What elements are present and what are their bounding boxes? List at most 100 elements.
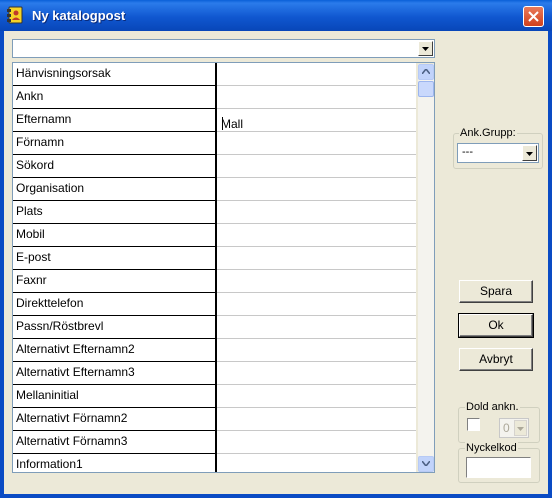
field-label-cell[interactable]: Efternamn: [13, 109, 217, 133]
field-value-cell[interactable]: [217, 63, 416, 86]
field-label-cell[interactable]: Direkttelefon: [13, 293, 217, 317]
field-label-cell[interactable]: Mellaninitial: [13, 385, 217, 409]
field-value-cell[interactable]: [217, 316, 416, 339]
field-label-cell[interactable]: Passn/Röstbrevl: [13, 316, 217, 340]
grid-row: Direkttelefon: [13, 293, 416, 317]
field-label-cell[interactable]: Plats: [13, 201, 217, 225]
close-button[interactable]: [523, 6, 544, 27]
grid-row: Mellaninitial: [13, 385, 416, 409]
grid-vertical-scrollbar[interactable]: [418, 64, 434, 472]
field-label-cell[interactable]: Alternativt Förnamn3: [13, 431, 217, 455]
scroll-up-button[interactable]: [418, 64, 434, 80]
ank-grupp-label: Ank.Grupp:: [459, 127, 517, 139]
field-value-cell[interactable]: [217, 132, 416, 155]
ank-grupp-value: ---: [462, 146, 473, 158]
field-label: Sökord: [16, 158, 55, 172]
grid-row: Förnamn: [13, 132, 416, 156]
chevron-down-icon: [517, 427, 524, 431]
grid-row: Organisation: [13, 178, 416, 202]
top-combobox[interactable]: [12, 39, 435, 58]
grid-row: Alternativt Efternamn3: [13, 362, 416, 386]
field-value-cell[interactable]: [217, 270, 416, 293]
field-value-cell[interactable]: [217, 454, 416, 472]
field-label-cell[interactable]: Sökord: [13, 155, 217, 179]
field-value-cell[interactable]: [217, 408, 416, 431]
grid-row: Alternativt Förnamn3: [13, 431, 416, 455]
field-value-cell[interactable]: [217, 431, 416, 454]
field-value-cell[interactable]: [217, 247, 416, 270]
field-label-cell[interactable]: Alternativt Förnamn2: [13, 408, 217, 432]
dold-ankn-value: 0: [503, 421, 510, 435]
field-value-cell[interactable]: [217, 339, 416, 362]
field-label: Alternativt Efternamn3: [16, 365, 135, 379]
field-label: Mellaninitial: [16, 388, 79, 402]
field-value-cell[interactable]: [217, 201, 416, 224]
field-value-cell-active[interactable]: Mall: [217, 109, 416, 132]
field-label-cell[interactable]: Ankn: [13, 86, 217, 110]
scroll-thumb[interactable]: [418, 81, 434, 97]
field-label-cell[interactable]: Hänvisningsorsak: [13, 63, 217, 87]
field-label: Ankn: [16, 89, 44, 103]
grid-row: Ankn: [13, 86, 416, 110]
dold-ankn-select[interactable]: 0: [499, 418, 529, 438]
dold-ankn-dropdown-button[interactable]: [514, 420, 527, 436]
ank-grupp-dropdown-button[interactable]: [522, 145, 537, 161]
field-value-cell[interactable]: [217, 385, 416, 408]
title-bar[interactable]: Ny katalogpost: [0, 0, 552, 31]
ank-grupp-select[interactable]: ---: [457, 143, 539, 163]
nyckelkod-input[interactable]: [466, 457, 531, 478]
avbryt-button[interactable]: Avbryt: [459, 348, 533, 371]
field-label: Alternativt Efternamn2: [16, 342, 135, 356]
field-label: Alternativt Förnamn2: [16, 411, 128, 425]
field-label-cell[interactable]: Information1: [13, 454, 217, 472]
spara-button[interactable]: Spara: [459, 280, 533, 303]
field-label: Faxnr: [16, 273, 47, 287]
chevron-down-icon: [422, 461, 430, 466]
dold-ankn-checkbox[interactable]: [467, 418, 480, 431]
field-value-cell[interactable]: [217, 362, 416, 385]
dold-ankn-label: Dold ankn.: [465, 401, 520, 413]
scroll-down-button[interactable]: [418, 456, 434, 472]
grid-row: E-post: [13, 247, 416, 271]
field-label: Efternamn: [16, 112, 72, 126]
grid-row: Plats: [13, 201, 416, 225]
field-value-cell[interactable]: [217, 178, 416, 201]
field-value-cell[interactable]: [217, 293, 416, 316]
field-label-cell[interactable]: Alternativt Efternamn3: [13, 362, 217, 386]
field-value-cell[interactable]: [217, 155, 416, 178]
field-value-cell[interactable]: [217, 224, 416, 247]
field-label-cell[interactable]: Mobil: [13, 224, 217, 248]
grid-row: Sökord: [13, 155, 416, 179]
chevron-down-icon: [526, 152, 533, 156]
grid-row: Faxnr: [13, 270, 416, 294]
field-label: Hänvisningsorsak: [16, 66, 111, 80]
field-label: Organisation: [16, 181, 85, 195]
field-label-cell[interactable]: Organisation: [13, 178, 217, 202]
grid-row: Efternamn Mall: [13, 109, 416, 133]
top-combobox-dropdown-button[interactable]: [418, 41, 433, 56]
text-caret: [222, 117, 223, 130]
ok-button[interactable]: Ok: [458, 313, 534, 338]
field-label: Plats: [16, 204, 43, 218]
field-grid[interactable]: Hänvisningsorsak Ankn Efternamn Mall För…: [12, 62, 435, 473]
field-label-cell[interactable]: E-post: [13, 247, 217, 271]
chevron-up-icon: [422, 69, 430, 74]
field-label: Förnamn: [16, 135, 65, 149]
grid-row: Passn/Röstbrevl: [13, 316, 416, 340]
nyckelkod-label: Nyckelkod: [465, 442, 518, 454]
chevron-down-icon: [422, 47, 429, 51]
field-label-cell[interactable]: Faxnr: [13, 270, 217, 294]
field-label: Information1: [16, 457, 83, 471]
field-label: E-post: [16, 250, 51, 264]
field-label: Direkttelefon: [16, 296, 84, 310]
grid-row: Information1: [13, 454, 416, 472]
field-label: Mobil: [16, 227, 45, 241]
field-label-cell[interactable]: Förnamn: [13, 132, 217, 156]
field-label: Passn/Röstbrevl: [16, 319, 104, 333]
app-icon: [6, 5, 26, 25]
field-value-cell[interactable]: [217, 86, 416, 109]
grid-row: Hänvisningsorsak: [13, 63, 416, 87]
close-icon: [528, 11, 539, 22]
field-label-cell[interactable]: Alternativt Efternamn2: [13, 339, 217, 363]
grid-row: Alternativt Efternamn2: [13, 339, 416, 363]
